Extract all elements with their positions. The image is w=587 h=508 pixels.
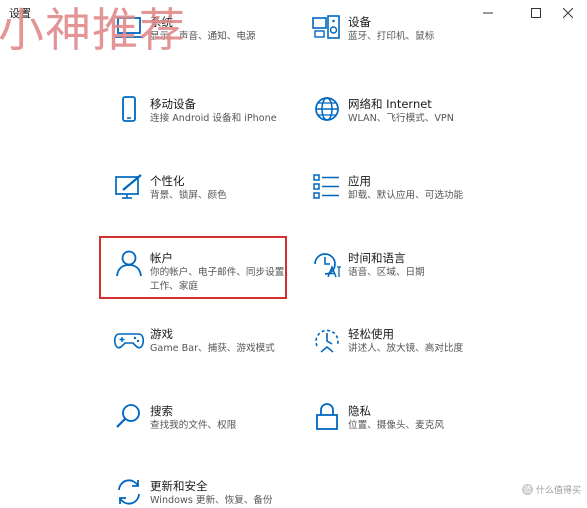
tile-search-title: 搜索 <box>150 404 173 418</box>
laptop-icon <box>113 12 145 44</box>
lock-icon <box>311 401 343 433</box>
sync-icon <box>113 476 145 508</box>
tile-network-desc: WLAN、飞行模式、VPN <box>348 113 454 124</box>
tile-mobile-title: 移动设备 <box>150 97 196 111</box>
tile-search[interactable]: 搜索 查找我的文件、权限 <box>113 401 313 463</box>
maximize-icon <box>531 8 541 18</box>
tile-accounts-title: 帐户 <box>150 251 173 265</box>
tile-apps-desc: 卸载、默认应用、可选功能 <box>348 190 464 201</box>
time-language-icon <box>311 248 343 280</box>
tile-ease-of-access-desc: 讲述人、放大镜、高对比度 <box>348 343 464 354</box>
tile-apps[interactable]: 应用 卸载、默认应用、可选功能 <box>311 171 511 233</box>
tile-system[interactable]: 系统 显示、声音、通知、电源 <box>113 12 313 74</box>
tile-privacy-title: 隐私 <box>348 404 371 418</box>
corner-brand: 值 什么值得买 <box>521 483 581 496</box>
tile-mobile[interactable]: 移动设备 连接 Android 设备和 iPhone <box>113 94 313 156</box>
tile-time-language[interactable]: 时间和语言 语音、区域、日期 <box>311 248 511 310</box>
tile-mobile-desc: 连接 Android 设备和 iPhone <box>150 113 277 124</box>
tile-devices-desc: 蓝牙、打印机、鼠标 <box>348 31 435 42</box>
globe-icon <box>311 94 343 126</box>
tile-gaming-desc: Game Bar、捕获、游戏模式 <box>150 343 275 354</box>
tile-privacy[interactable]: 隐私 位置、摄像头、麦克风 <box>311 401 511 463</box>
tile-time-language-title: 时间和语言 <box>348 251 406 265</box>
tile-ease-of-access[interactable]: 轻松使用 讲述人、放大镜、高对比度 <box>311 324 511 386</box>
tile-gaming[interactable]: 游戏 Game Bar、捕获、游戏模式 <box>113 324 313 386</box>
tile-accounts[interactable]: 帐户 你的帐户、电子邮件、同步设置、工作、家庭 <box>113 248 313 310</box>
tile-accounts-desc: 你的帐户、电子邮件、同步设置、工作、家庭 <box>150 267 294 292</box>
tile-personalization-desc: 背景、锁屏、颜色 <box>150 190 227 201</box>
tile-update[interactable]: 更新和安全 Windows 更新、恢复、备份 <box>113 476 313 506</box>
tile-apps-title: 应用 <box>348 174 371 188</box>
search-icon <box>113 401 145 433</box>
tile-update-title: 更新和安全 <box>150 479 208 493</box>
tile-privacy-desc: 位置、摄像头、麦克风 <box>348 420 444 431</box>
close-button[interactable] <box>548 0 587 26</box>
tile-personalization[interactable]: 个性化 背景、锁屏、颜色 <box>113 171 313 233</box>
ease-of-access-icon <box>311 324 343 356</box>
tile-personalization-title: 个性化 <box>150 174 185 188</box>
close-icon <box>563 8 573 18</box>
tile-network[interactable]: 网络和 Internet WLAN、飞行模式、VPN <box>311 94 511 156</box>
paint-icon <box>113 171 145 203</box>
phone-icon <box>113 94 145 126</box>
apps-list-icon <box>311 171 343 203</box>
tile-system-desc: 显示、声音、通知、电源 <box>150 31 256 42</box>
tile-ease-of-access-title: 轻松使用 <box>348 327 394 341</box>
brand-text: 什么值得买 <box>535 486 581 496</box>
tile-update-desc: Windows 更新、恢复、备份 <box>150 495 273 506</box>
tile-devices[interactable]: 设备 蓝牙、打印机、鼠标 <box>311 12 511 74</box>
devices-icon <box>311 12 343 44</box>
tile-devices-title: 设备 <box>348 15 371 29</box>
brand-badge: 值 <box>521 484 533 495</box>
tile-network-title: 网络和 Internet <box>348 97 432 111</box>
tile-system-title: 系统 <box>150 15 173 29</box>
tile-time-language-desc: 语音、区域、日期 <box>348 267 425 278</box>
window-title: 设置 <box>9 7 31 20</box>
tile-gaming-title: 游戏 <box>150 327 173 341</box>
tile-search-desc: 查找我的文件、权限 <box>150 420 237 431</box>
gamepad-icon <box>113 324 145 356</box>
person-icon <box>113 248 145 280</box>
